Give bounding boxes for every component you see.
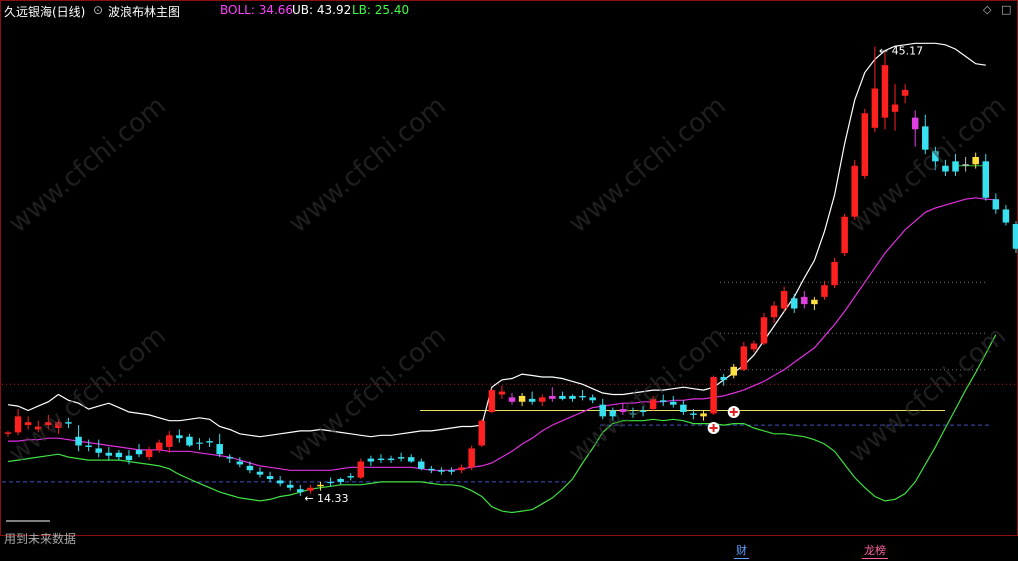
candle-body	[236, 461, 244, 465]
candle-body	[720, 377, 727, 380]
candle-body	[266, 476, 274, 479]
candle-body	[95, 448, 102, 453]
candle-body	[790, 298, 798, 309]
candle-body	[286, 484, 294, 488]
candle-body	[307, 487, 314, 491]
candle-body	[901, 89, 909, 96]
candle-body	[407, 457, 415, 462]
diamond-icon[interactable]: ◇	[983, 3, 991, 16]
candle-body	[468, 448, 475, 468]
ub-value: UB: 43.92	[292, 3, 352, 17]
candle-body	[508, 397, 516, 402]
finance-badge[interactable]: 财	[734, 542, 749, 559]
candle-body	[488, 390, 496, 412]
candle-body	[85, 445, 92, 447]
candle-body	[821, 285, 828, 297]
candle-body	[125, 455, 133, 461]
candle-body	[680, 404, 687, 412]
candle-body	[750, 343, 758, 350]
candle-body	[176, 435, 183, 439]
lower-band-line	[7, 334, 997, 514]
candle-body	[811, 299, 818, 305]
candle-body	[448, 470, 455, 472]
candle-body	[740, 346, 748, 370]
high-price-label: ← 45.17	[879, 45, 923, 58]
candle-body	[730, 366, 738, 376]
candle-body	[1002, 209, 1010, 223]
candle-body	[297, 489, 304, 493]
candle-body	[881, 65, 889, 118]
candle-body	[710, 377, 717, 414]
candle-body	[387, 458, 395, 461]
low-price-label: ← 14.33	[304, 492, 348, 505]
candle-body	[206, 441, 213, 443]
candle-body	[367, 458, 375, 462]
candle-body	[337, 479, 344, 482]
candle-body	[4, 432, 12, 434]
candle-body	[397, 457, 405, 459]
candle-body	[982, 161, 990, 198]
candle-body	[518, 395, 526, 402]
candle-body	[760, 317, 768, 344]
candle-body	[780, 291, 788, 309]
boll-value: BOLL: 34.66	[220, 3, 294, 17]
ranking-badge[interactable]: 龙榜	[862, 542, 888, 559]
candle-body	[186, 436, 193, 446]
candle-body	[256, 471, 264, 475]
candle-body	[700, 413, 707, 417]
candle-body	[327, 481, 334, 484]
candle-body	[801, 296, 808, 305]
candle-body	[670, 401, 677, 405]
chart-window: ← 45.17 ← 14.33 久远银海(日线) ⊙ 波浪布林主图 BOLL: 3…	[0, 0, 1018, 561]
candle-body	[155, 442, 163, 450]
future-data-note: 用到未来数据	[4, 532, 77, 546]
candle-body	[841, 216, 848, 254]
candle-body	[418, 461, 425, 469]
candle-body	[549, 395, 556, 399]
window-menu-icon[interactable]: □	[1001, 3, 1011, 16]
candle-body	[226, 457, 234, 459]
candle-body	[428, 468, 435, 471]
candle-body	[992, 199, 1000, 210]
candle-body	[1012, 224, 1018, 249]
candle-body	[458, 467, 465, 471]
price-chart[interactable]: ← 45.17 ← 14.33	[0, 0, 1018, 561]
candle-body	[438, 470, 445, 472]
candle-body	[579, 395, 586, 398]
indicator-title[interactable]: 波浪布林主图	[108, 3, 180, 20]
candle-body	[377, 458, 385, 461]
candle-body	[357, 461, 365, 478]
candle-body	[105, 452, 113, 456]
candle-body	[528, 398, 536, 402]
candle-body	[115, 452, 123, 458]
candle-body	[589, 397, 596, 401]
candle-body	[216, 444, 223, 455]
stock-title: 久远银海(日线)	[4, 5, 86, 19]
chevron-icon[interactable]: ⊙	[93, 3, 103, 17]
candle-body	[347, 476, 354, 478]
lb-value: LB: 25.40	[352, 3, 410, 17]
candle-body	[962, 164, 969, 166]
candle-body	[538, 397, 546, 402]
candle-body	[972, 156, 979, 165]
candle-body	[871, 88, 879, 128]
candle-body	[770, 305, 778, 318]
candle-body	[861, 113, 869, 176]
candle-body	[145, 449, 153, 458]
candle-body	[690, 413, 697, 415]
candle-body	[135, 449, 143, 455]
candle-body	[559, 395, 566, 399]
candle-body	[831, 261, 838, 286]
candle-body	[75, 436, 82, 446]
candle-body	[276, 480, 284, 484]
candle-body	[569, 395, 576, 399]
candle-body	[911, 117, 919, 130]
candle-body	[317, 484, 324, 487]
candle-body	[246, 465, 254, 471]
candle-body	[196, 442, 203, 444]
candle-body	[498, 391, 506, 395]
candle-body	[478, 420, 486, 446]
candle-body	[166, 435, 173, 447]
candle-body	[891, 104, 899, 112]
